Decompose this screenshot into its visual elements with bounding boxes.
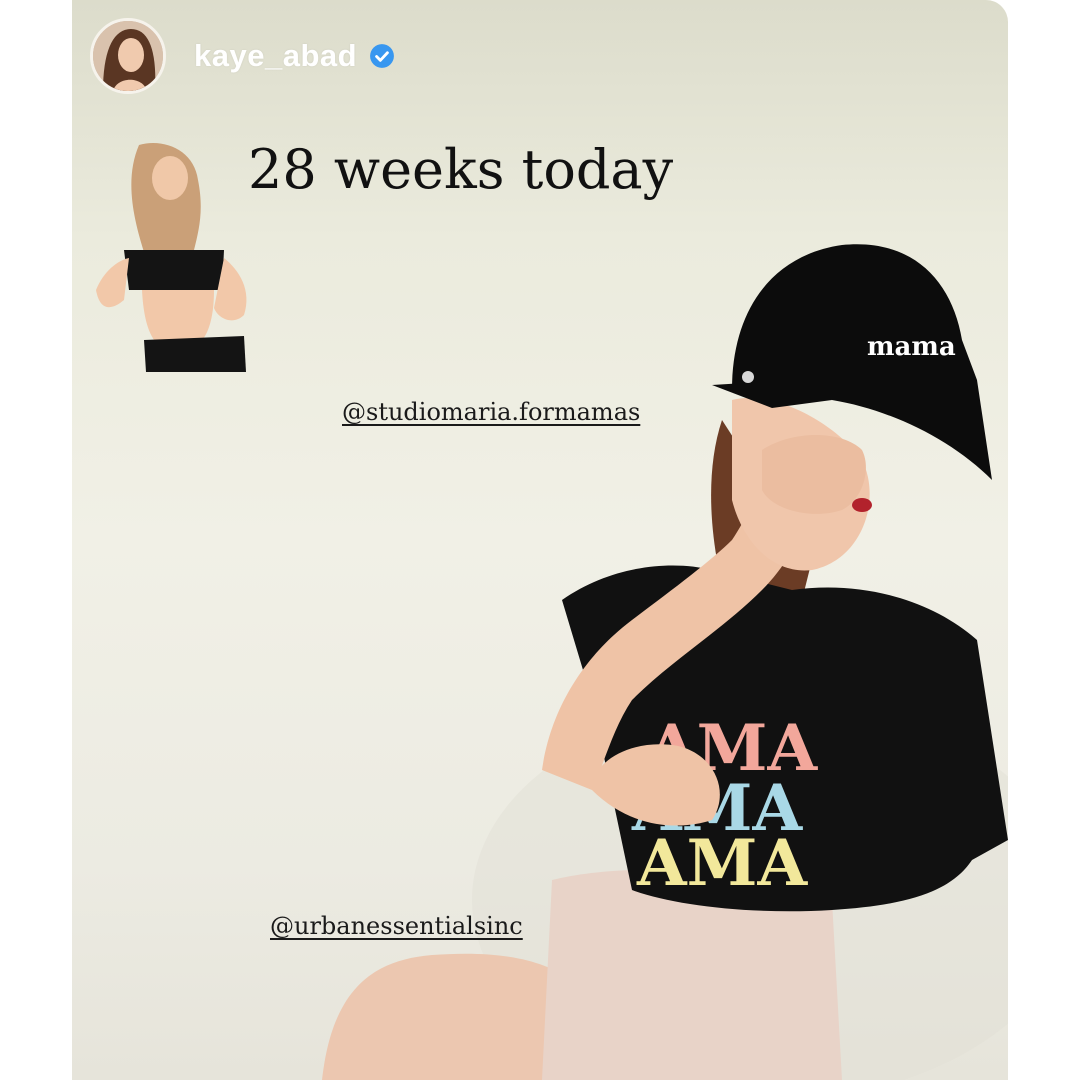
story-caption: 28 weeks today [248,138,674,201]
shirt-text-line-3: AMA [636,826,809,901]
cap-text: mama [867,332,956,362]
avatar[interactable] [90,18,166,94]
mention-link-urbanessentials[interactable]: @urbanessentialsinc [270,912,523,940]
verified-badge-icon [370,44,394,68]
username[interactable]: kaye_abad [194,38,357,74]
story-viewer: AMA AMA AMA mama kaye_abad [72,0,1008,1080]
photo-sticker [96,143,247,372]
story-header: kaye_abad [90,14,395,98]
mention-link-studiomaria[interactable]: @studiomaria.formamas [342,398,640,426]
